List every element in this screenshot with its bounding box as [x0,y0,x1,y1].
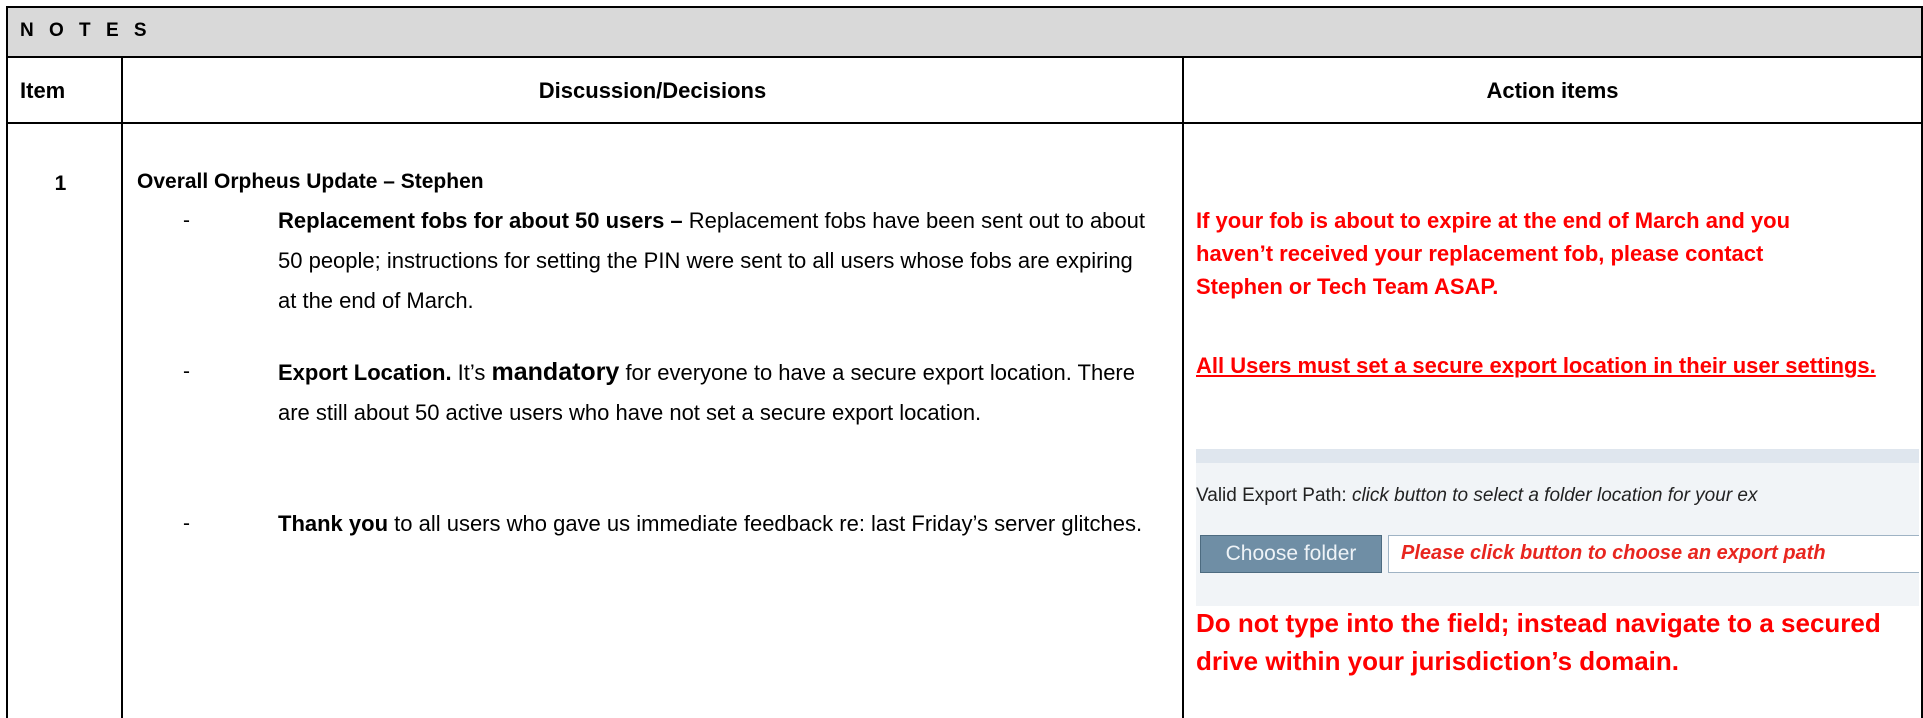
section-title: Overall Orpheus Update – Stephen [137,170,484,193]
notes-table: N O T E S Item Discussion/Decisions Acti… [6,6,1923,718]
notes-header: N O T E S [8,8,1923,58]
actions-column-header: Action items [1184,58,1923,122]
actions-column-label: Action items [1486,78,1619,103]
export-path-label-prefix: Valid Export Path: [1196,485,1352,506]
fob-expiry-notice: If your fob is about to expire at the en… [1196,208,1791,299]
bullet-emphasis: mandatory [491,358,620,386]
bullet-lead: Thank you [278,511,389,536]
item-number: 1 [54,172,67,195]
item-column-header: Item [8,58,123,122]
item-cell: 1 [8,124,123,718]
embed-top-bar [1196,449,1919,463]
bullet-mid: It’s [451,360,492,385]
discussion-cell: Overall Orpheus Update – Stephen - Repla… [123,124,1184,718]
bullet-marker: - [183,360,190,383]
discussion-column-header: Discussion/Decisions [123,58,1184,122]
item-column-label: Item [20,78,66,103]
export-path-label: Valid Export Path: click button to selec… [1196,485,1758,507]
bullet-marker: - [183,209,190,232]
bullet-lead: Export Location. [278,360,452,385]
table-row: 1 Overall Orpheus Update – Stephen - Rep… [8,124,1923,718]
export-location-requirement: All Users must set a secure export locat… [1196,353,1876,378]
bullet-text: Replacement fobs for about 50 users – Re… [278,201,1148,321]
bullet-text: Export Location. It’s mandatory for ever… [278,352,1148,433]
export-path-screenshot: Valid Export Path: click button to selec… [1196,449,1919,606]
do-not-type-warning: Do not type into the field; instead navi… [1196,608,1881,676]
column-header-row: Item Discussion/Decisions Action items [8,58,1923,124]
export-path-field[interactable]: Please click button to choose an export … [1388,535,1919,573]
bullet-lead: Replacement fobs for about 50 users – [278,208,683,233]
notes-title: N O T E S [20,20,152,41]
choose-folder-button[interactable]: Choose folder [1200,535,1382,573]
bullet-marker: - [183,512,190,535]
discussion-column-label: Discussion/Decisions [538,78,767,103]
actions-cell: If your fob is about to expire at the en… [1184,124,1923,718]
bullet-text: Thank you to all users who gave us immed… [278,504,1148,544]
export-path-label-hint: click button to select a folder location… [1351,485,1758,506]
bullet-body: to all users who gave us immediate feedb… [388,511,1143,536]
